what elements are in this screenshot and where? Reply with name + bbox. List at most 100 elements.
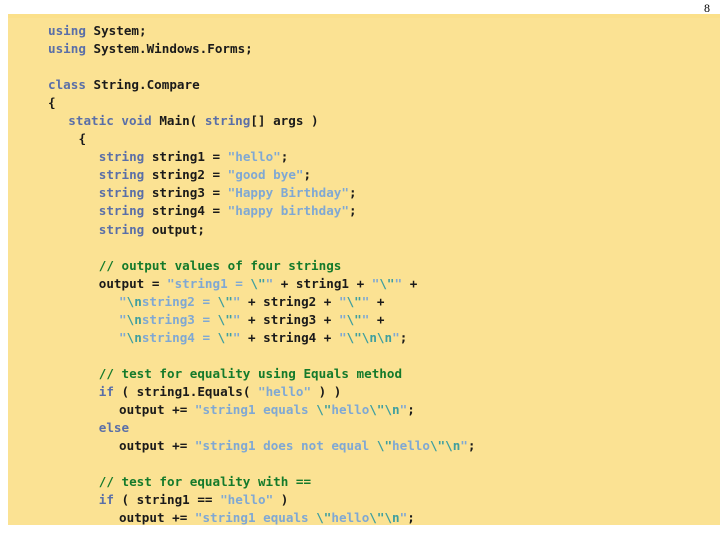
code-line: // output values of four strings — [8, 257, 720, 275]
code-token-str: " — [392, 329, 400, 345]
code-token-kw: else — [98, 420, 130, 436]
code-token-str: " — [338, 311, 347, 327]
code-token-esc: \n — [384, 510, 400, 525]
code-token-pln: ; — [348, 203, 357, 219]
code-token-str: " — [394, 275, 403, 291]
code-token-pln: ) ) — [311, 383, 342, 399]
code-token-esc: \" — [346, 293, 362, 309]
code-token-str: string3 = — [141, 311, 218, 327]
code-line: string string2 = "good bye"; — [8, 166, 720, 184]
code-token-pln: System.Windows.Forms; — [93, 41, 253, 57]
code-token-pln — [86, 77, 94, 92]
code-token-str: "Happy Birthday" — [227, 185, 349, 201]
code-token-kw: string — [98, 167, 145, 183]
code-token-str: "string1 = — [167, 275, 251, 291]
code-token-pln: string4 = — [144, 203, 228, 219]
code-token-pln: output += — [119, 438, 195, 454]
code-token-esc: \" — [379, 275, 395, 291]
code-token-esc: \n — [126, 293, 142, 309]
code-token-pln: output = — [98, 275, 167, 291]
code-token-pln: Main( — [159, 113, 205, 129]
code-token-str: "happy birthday" — [227, 203, 349, 219]
code-line: string string4 = "happy birthday"; — [8, 202, 720, 220]
code-token-str: "hello" — [220, 492, 274, 508]
code-token-esc: \" — [316, 401, 332, 417]
code-token-str: hello — [331, 510, 370, 525]
code-token-kw: using — [48, 41, 86, 57]
code-token-str: string2 = — [141, 293, 218, 309]
code-token-pln: ( string1 == — [113, 492, 221, 508]
code-token-pln: { — [48, 95, 56, 111]
code-token-pln — [86, 23, 94, 38]
code-token-str: " — [460, 438, 468, 454]
code-token-pln: + — [369, 311, 385, 327]
code-token-str: "good bye" — [227, 167, 304, 183]
code-line: "\nstring2 = \"" + string2 + "\"" + — [8, 293, 720, 311]
code-token-esc: \" — [217, 293, 233, 309]
code-token-kw: void — [121, 113, 152, 129]
code-token-cmt: // test for equality using Equals method — [98, 365, 403, 381]
code-line: // test for equality using Equals method — [8, 365, 720, 383]
code-token-pln: + — [402, 275, 418, 291]
code-token-esc: \n — [126, 329, 142, 345]
code-line: using System.Windows.Forms; — [8, 40, 720, 58]
code-line: output += "string1 does not equal \"hell… — [8, 437, 720, 455]
code-token-str: string4 = — [141, 329, 218, 345]
code-token-esc: \" — [217, 311, 233, 327]
code-token-esc: \" — [346, 311, 362, 327]
code-token-pln: ( string1.Equals( — [113, 383, 258, 399]
code-slide-panel: using System; using System.Windows.Forms;… — [8, 18, 720, 525]
code-listing: using System; using System.Windows.Forms;… — [8, 18, 720, 525]
code-token-pln: string1 = — [144, 149, 228, 165]
code-line: { — [8, 94, 720, 112]
code-token-cmt: // test for equality with == — [98, 474, 312, 490]
code-token-cmt: // output values of four strings — [98, 257, 342, 273]
code-token-str: " — [119, 311, 127, 327]
code-token-esc: \" — [250, 275, 266, 291]
code-token-kw: static — [68, 113, 114, 129]
code-token-str: " — [338, 329, 347, 345]
code-token-pln: ; — [467, 438, 476, 454]
code-token-esc: \" — [369, 510, 385, 525]
code-line: static void Main( string[] args ) — [8, 112, 720, 130]
code-token-esc: \n — [445, 438, 461, 454]
code-token-kw: string — [98, 221, 145, 237]
code-token-str: " — [119, 293, 127, 309]
code-line: string output; — [8, 221, 720, 239]
code-token-esc: \n — [384, 401, 400, 417]
code-token-kw: class — [48, 77, 86, 93]
code-token-esc: \" — [429, 438, 446, 454]
code-token-kw: string — [98, 185, 145, 201]
code-line: if ( string1.Equals( "hello" ) ) — [8, 383, 720, 401]
code-line: output = "string1 = \"" + string1 + "\""… — [8, 275, 720, 293]
code-token-pln: ; — [348, 185, 357, 201]
code-token-str: "hello" — [227, 149, 281, 165]
code-token-esc: \n — [126, 311, 142, 327]
code-token-str: " — [338, 293, 347, 309]
code-token-pln: ; — [407, 510, 415, 525]
code-token-pln: ; — [303, 167, 312, 183]
code-token-pln: + string1 + — [273, 275, 372, 291]
code-token-pln: ; — [399, 329, 408, 345]
code-token-pln: String.Compare — [93, 77, 200, 93]
code-line: string string3 = "Happy Birthday"; — [8, 184, 720, 202]
code-line: "\nstring4 = \"" + string4 + "\"\n\n"; — [8, 329, 720, 347]
code-token-pln: + string4 + — [240, 329, 339, 345]
code-token-pln: output; — [144, 221, 205, 237]
code-token-str: hello — [331, 401, 370, 417]
code-token-str: hello — [392, 438, 430, 454]
code-token-kw: using — [48, 23, 86, 38]
code-token-kw: if — [98, 492, 114, 508]
code-token-pln: ; — [407, 401, 415, 417]
code-line: output += "string1 equals \"hello\"\n"; — [8, 509, 720, 525]
code-token-str: "string1 does not equal — [194, 438, 377, 454]
code-line: { — [8, 130, 720, 148]
code-token-pln: output += — [119, 510, 195, 525]
code-token-pln — [86, 41, 94, 56]
code-token-str: "string1 equals — [194, 510, 317, 525]
code-token-pln: + string2 + — [240, 293, 339, 309]
